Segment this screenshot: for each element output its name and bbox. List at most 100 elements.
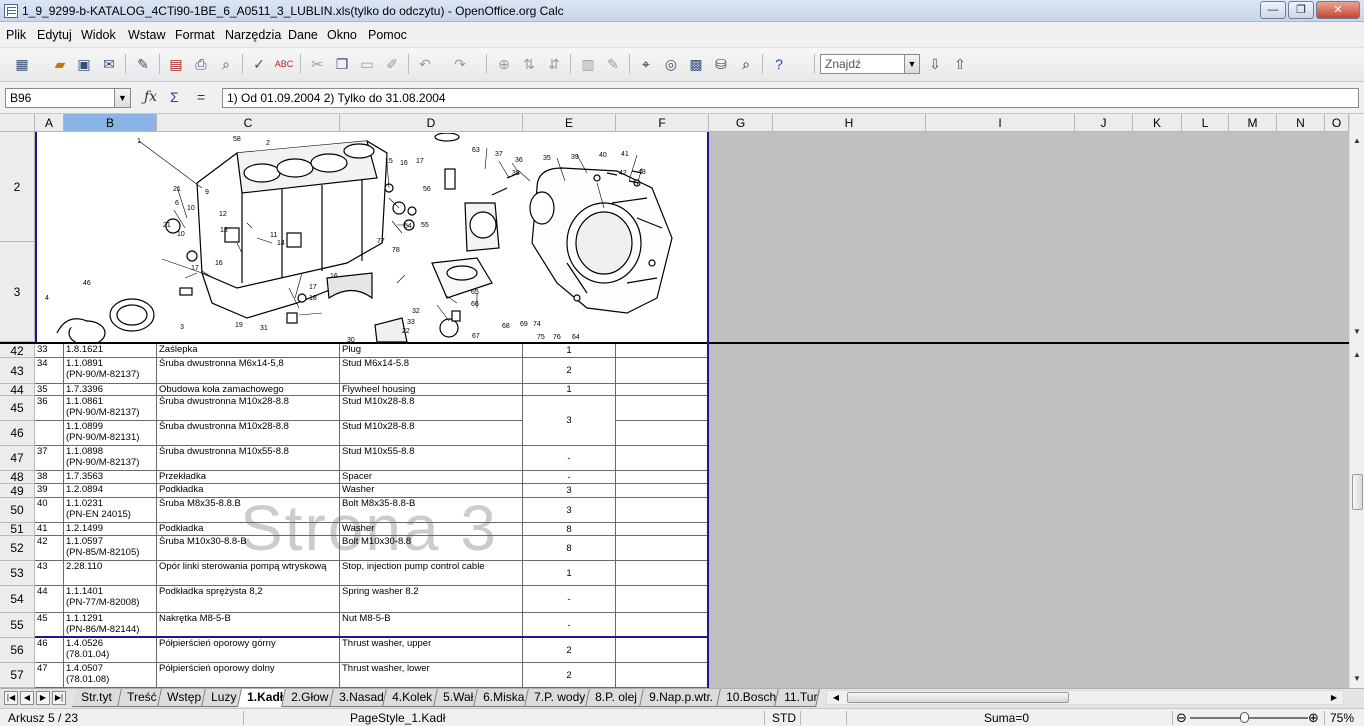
column-header-e[interactable]: E xyxy=(523,114,616,132)
edit-file-icon[interactable]: ✎ xyxy=(133,54,153,74)
navigator-icon[interactable]: ◎ xyxy=(661,54,681,74)
table-cell[interactable]: 1.1.0231 (PN-EN 24015) xyxy=(64,498,157,523)
row-header-44[interactable]: 44 xyxy=(0,383,35,397)
table-cell[interactable]: 1.4.0526 (78.01.04) xyxy=(64,638,157,663)
row-header-51[interactable]: 51 xyxy=(0,522,35,536)
quantity-cell[interactable]: - xyxy=(523,446,616,471)
table-cell[interactable]: 46 xyxy=(35,638,64,663)
zoom-out-icon[interactable]: ⊖ xyxy=(1176,710,1187,726)
new-document-icon[interactable]: ▦ xyxy=(12,54,32,74)
save-icon[interactable]: ▣ xyxy=(74,54,94,74)
table-cell[interactable]: Bolt M8x35-8.8-B xyxy=(340,498,523,523)
quantity-cell[interactable]: 2 xyxy=(523,358,616,384)
table-cell[interactable]: Podkładka xyxy=(157,484,340,498)
table-cell[interactable] xyxy=(616,523,709,536)
table-cell[interactable]: Podkładka xyxy=(157,523,340,536)
row-header-43[interactable]: 43 xyxy=(0,358,35,384)
menu-wstaw[interactable]: Wstaw xyxy=(128,28,166,42)
table-cell[interactable]: Półpierścień oporowy dolny xyxy=(157,663,340,688)
menu-widok[interactable]: Widok xyxy=(81,28,116,42)
undo-icon[interactable]: ↶ xyxy=(415,54,435,74)
table-cell[interactable]: Nakrętka M8-5-B xyxy=(157,613,340,638)
sort-ascending-icon[interactable]: ⇅ xyxy=(519,54,539,74)
cut-icon[interactable]: ✂ xyxy=(307,54,327,74)
table-cell[interactable] xyxy=(616,498,709,523)
table-cell[interactable]: 1.1.0597 (PN-85/M-82105) xyxy=(64,536,157,561)
select-all-corner[interactable] xyxy=(0,114,35,132)
table-cell[interactable]: 36 xyxy=(35,396,64,421)
sheet-tab[interactable]: 5.Wał xyxy=(434,689,478,707)
column-header-c[interactable]: C xyxy=(157,114,340,132)
row-header-54[interactable]: 54 xyxy=(0,586,35,613)
table-cell[interactable] xyxy=(616,586,709,613)
column-header-a[interactable]: A xyxy=(35,114,64,132)
table-cell[interactable]: 42 xyxy=(35,536,64,561)
sheet-tab[interactable]: Str.tyt xyxy=(72,689,122,707)
column-header-o[interactable]: O xyxy=(1325,114,1349,132)
scroll-left-icon[interactable]: ◀ xyxy=(829,691,843,704)
table-cell[interactable]: 37 xyxy=(35,446,64,471)
help-icon[interactable]: ? xyxy=(769,54,789,74)
table-cell[interactable]: 47 xyxy=(35,663,64,688)
table-cell[interactable]: Stud M10x55-8.8 xyxy=(340,446,523,471)
column-header-l[interactable]: L xyxy=(1182,114,1229,132)
table-cell[interactable]: 1.2.1499 xyxy=(64,523,157,536)
minimize-button[interactable]: — xyxy=(1260,1,1286,19)
sheet-tab[interactable]: 7.P. wody xyxy=(525,689,590,707)
row-header-3[interactable]: 3 xyxy=(0,242,35,342)
column-header-b[interactable]: B xyxy=(64,114,157,132)
zoom-in-icon[interactable]: ⊕ xyxy=(1308,710,1319,726)
menu-format[interactable]: Format xyxy=(175,28,215,42)
open-folder-icon[interactable]: ▰ xyxy=(50,54,70,74)
table-cell[interactable]: 1.7.3563 xyxy=(64,471,157,484)
horizontal-scroll-thumb[interactable] xyxy=(847,692,1069,703)
table-cell[interactable]: Śruba dwustronna M6x14-5,8 xyxy=(157,358,340,384)
quantity-cell[interactable]: 3 xyxy=(523,498,616,523)
table-cell[interactable]: 41 xyxy=(35,523,64,536)
column-header-n[interactable]: N xyxy=(1277,114,1325,132)
table-cell[interactable]: Podkładka sprężysta 8,2 xyxy=(157,586,340,613)
row-header-55[interactable]: 55 xyxy=(0,613,35,638)
quantity-cell[interactable]: 1 xyxy=(523,384,616,396)
table-cell[interactable] xyxy=(616,663,709,688)
vertical-scrollbar[interactable]: ▲ ▼ ▲ ▼ xyxy=(1349,114,1364,688)
sheet-tab[interactable]: Wstęp xyxy=(158,689,206,707)
table-cell[interactable] xyxy=(616,446,709,471)
table-cell[interactable]: Nut M8-5-B xyxy=(340,613,523,638)
table-cell[interactable]: 45 xyxy=(35,613,64,638)
table-cell[interactable]: Śruba dwustronna M10x55-8.8 xyxy=(157,446,340,471)
table-cell[interactable]: 2.28.110 xyxy=(64,561,157,586)
table-cell[interactable] xyxy=(616,613,709,638)
column-header-k[interactable]: K xyxy=(1133,114,1182,132)
spellcheck-icon[interactable]: ✓ xyxy=(249,54,269,74)
row-header-48[interactable]: 48 xyxy=(0,470,35,484)
show-draw-functions-icon[interactable]: ✎ xyxy=(603,54,623,74)
print-preview-icon[interactable]: ⌕ xyxy=(216,54,236,74)
menu-plik[interactable]: Plik xyxy=(6,28,26,42)
row-header-49[interactable]: 49 xyxy=(0,484,35,498)
column-header-i[interactable]: I xyxy=(926,114,1075,132)
table-cell[interactable]: 33 xyxy=(35,344,64,358)
row-header-46[interactable]: 46 xyxy=(0,421,35,446)
page-style[interactable]: PageStyle_1.Kadł xyxy=(350,711,445,725)
sheet-tab[interactable]: 9.Nap.p.wtr. xyxy=(640,689,721,707)
row-header-57[interactable]: 57 xyxy=(0,663,35,688)
table-cell[interactable]: Stud M10x28-8.8 xyxy=(340,396,523,421)
table-cell[interactable]: Washer xyxy=(340,523,523,536)
row-header-2[interactable]: 2 xyxy=(0,132,35,242)
sort-descending-icon[interactable]: ⇵ xyxy=(544,54,564,74)
table-cell[interactable]: Thrust washer, upper xyxy=(340,638,523,663)
horizontal-scrollbar[interactable]: ◀ ▶ xyxy=(826,690,1344,705)
table-cell[interactable]: Thrust washer, lower xyxy=(340,663,523,688)
quantity-cell[interactable]: - xyxy=(523,613,616,638)
table-cell[interactable] xyxy=(616,484,709,498)
table-cell[interactable] xyxy=(35,421,64,446)
quantity-cell[interactable]: 2 xyxy=(523,638,616,663)
table-cell[interactable]: Spacer xyxy=(340,471,523,484)
sheet-tab[interactable]: 4.Kolek xyxy=(383,689,438,707)
table-cell[interactable]: Śruba dwustronna M10x28-8.8 xyxy=(157,421,340,446)
redo-icon[interactable]: ↷ xyxy=(450,54,470,74)
table-cell[interactable]: Washer xyxy=(340,484,523,498)
table-cell[interactable]: 1.1.1401 (PN-77/M-82008) xyxy=(64,586,157,613)
print-icon[interactable]: ⎙ xyxy=(191,54,211,74)
